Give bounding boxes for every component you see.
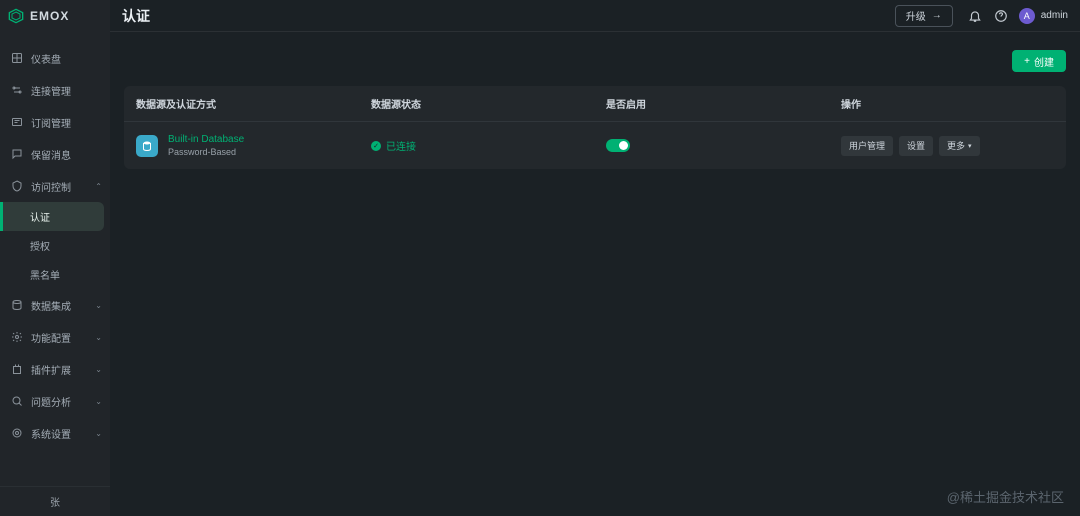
users-label: 用户管理 (849, 139, 885, 152)
chevron-down-icon: ⌄ (95, 397, 102, 406)
brand: EMOX (0, 0, 110, 32)
avatar[interactable]: A (1019, 8, 1035, 24)
bell-icon[interactable] (967, 8, 983, 24)
shield-icon (10, 179, 24, 193)
sidebar-item-label: 访问控制 (31, 179, 88, 194)
upgrade-button[interactable]: 升级 → (895, 5, 953, 27)
config-icon (10, 330, 24, 344)
subnav-item-authorize[interactable]: 授权 (0, 231, 110, 260)
toolbar: + 创建 (124, 50, 1066, 72)
sidebar-collapse[interactable]: 张 (0, 486, 110, 516)
plus-icon: + (1024, 56, 1030, 67)
col-enable: 是否启用 (606, 96, 841, 111)
more-button[interactable]: 更多▾ (939, 136, 980, 156)
sidebar-item-diagnose[interactable]: 问题分析 ⌄ (0, 385, 110, 417)
chevron-down-icon: ⌄ (95, 365, 102, 374)
sidebar-item-label: 问题分析 (31, 394, 88, 409)
nav: 仪表盘 连接管理 订阅管理 保留消息 访问控制 ⌃ 认证 授权 (0, 32, 110, 486)
sidebar-item-system[interactable]: 系统设置 ⌄ (0, 417, 110, 449)
sidebar-item-subscriptions[interactable]: 订阅管理 (0, 106, 110, 138)
integration-icon (10, 298, 24, 312)
auth-table: 数据源及认证方式 数据源状态 是否启用 操作 Built-in Database (124, 86, 1066, 169)
sidebar-item-label: 插件扩展 (31, 362, 88, 377)
database-icon (136, 135, 158, 157)
subscription-icon (10, 115, 24, 129)
gear-icon (10, 426, 24, 440)
sidebar-item-label: 仪表盘 (31, 51, 102, 66)
table-header: 数据源及认证方式 数据源状态 是否启用 操作 (124, 86, 1066, 122)
collapse-label: 张 (50, 494, 60, 509)
subnav-item-auth[interactable]: 认证 (0, 202, 104, 231)
users-button[interactable]: 用户管理 (841, 136, 893, 156)
help-icon[interactable] (993, 8, 1009, 24)
retained-icon (10, 147, 24, 161)
col-source: 数据源及认证方式 (136, 96, 371, 111)
sidebar-item-label: 订阅管理 (31, 115, 102, 130)
watermark: @稀土掘金技术社区 (947, 487, 1064, 506)
chevron-down-icon: ⌄ (95, 429, 102, 438)
sidebar-item-plugins[interactable]: 插件扩展 ⌄ (0, 353, 110, 385)
dashboard-icon (10, 51, 24, 65)
chevron-down-icon: ⌄ (95, 333, 102, 342)
plugin-icon (10, 362, 24, 376)
check-circle-icon (371, 141, 381, 151)
sidebar-item-label: 保留消息 (31, 147, 102, 162)
sidebar-item-label: 功能配置 (31, 330, 88, 345)
subnav-item-blacklist[interactable]: 黑名单 (0, 260, 110, 289)
arrow-right-icon: → (932, 10, 942, 21)
subnav-label: 授权 (30, 238, 50, 253)
create-label: 创建 (1034, 54, 1054, 69)
subnav-access: 认证 授权 黑名单 (0, 202, 110, 289)
sidebar-item-dashboard[interactable]: 仪表盘 (0, 42, 110, 74)
main: 认证 升级 → A admin + 创建 数据源及认证方式 数据源状态 (110, 0, 1080, 516)
table-row: Built-in Database Password-Based 已连接 (124, 122, 1066, 169)
chevron-up-icon: ⌃ (95, 182, 102, 191)
chevron-down-icon: ⌄ (95, 301, 102, 310)
col-actions: 操作 (841, 96, 1054, 111)
subnav-label: 黑名单 (30, 267, 60, 282)
more-label: 更多 (947, 139, 965, 152)
brand-text: EMOX (30, 9, 69, 23)
connection-icon (10, 83, 24, 97)
caret-down-icon: ▾ (968, 142, 972, 150)
content: + 创建 数据源及认证方式 数据源状态 是否启用 操作 (110, 32, 1080, 516)
avatar-initial: A (1024, 11, 1030, 21)
settings-button[interactable]: 设置 (899, 136, 933, 156)
actions-cell: 用户管理 设置 更多▾ (841, 136, 1054, 156)
col-status: 数据源状态 (371, 96, 606, 111)
diagnose-icon (10, 394, 24, 408)
sidebar-item-label: 系统设置 (31, 426, 88, 441)
source-subtitle: Password-Based (168, 147, 244, 157)
sidebar-item-label: 连接管理 (31, 83, 102, 98)
settings-label: 设置 (907, 139, 925, 152)
sidebar-item-config[interactable]: 功能配置 ⌄ (0, 321, 110, 353)
sidebar-item-connections[interactable]: 连接管理 (0, 74, 110, 106)
topbar: 认证 升级 → A admin (110, 0, 1080, 32)
brand-logo-icon (8, 8, 24, 24)
sidebar-item-label: 数据集成 (31, 298, 88, 313)
subnav-label: 认证 (30, 209, 50, 224)
sidebar: EMOX 仪表盘 连接管理 订阅管理 保留消息 访问控制 ⌃ (0, 0, 110, 516)
status-cell: 已连接 (371, 138, 606, 153)
enable-switch[interactable] (606, 139, 630, 152)
create-button[interactable]: + 创建 (1012, 50, 1066, 72)
page-title: 认证 (122, 6, 150, 26)
upgrade-label: 升级 (906, 8, 926, 23)
status-text: 已连接 (386, 138, 416, 153)
user-name: admin (1041, 10, 1068, 21)
sidebar-item-access[interactable]: 访问控制 ⌃ (0, 170, 110, 202)
sidebar-item-retained[interactable]: 保留消息 (0, 138, 110, 170)
sidebar-item-integration[interactable]: 数据集成 ⌄ (0, 289, 110, 321)
source-name-link[interactable]: Built-in Database (168, 134, 244, 145)
source-cell: Built-in Database Password-Based (136, 134, 371, 157)
